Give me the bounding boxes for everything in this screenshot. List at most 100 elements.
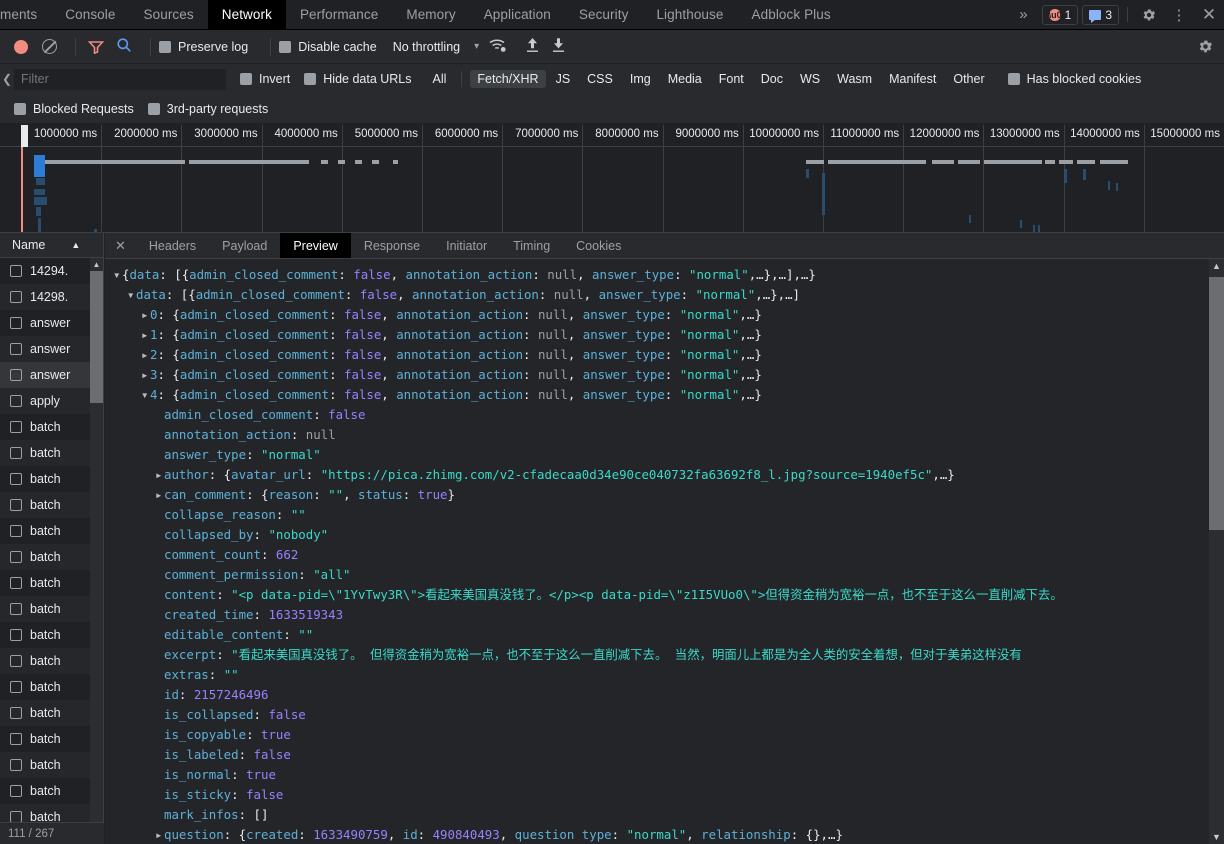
expand-triangle-right-icon[interactable] [155,465,164,485]
request-checkbox[interactable] [10,733,22,745]
request-list-item[interactable]: answer [0,310,103,336]
expand-triangle-right-icon[interactable] [155,825,164,844]
request-list-item[interactable]: batch [0,622,103,648]
overview-window-handle-left[interactable] [21,125,28,147]
json-line[interactable]: mark_infos: [] [105,805,1224,825]
json-line[interactable]: is_labeled: false [105,745,1224,765]
detail-tab-cookies[interactable]: Cookies [563,233,634,258]
request-checkbox[interactable] [10,447,22,459]
devtools-tab-performance[interactable]: Performance [286,0,392,29]
expand-triangle-right-icon[interactable] [155,485,164,505]
detail-tab-timing[interactable]: Timing [500,233,563,258]
network-overview-timeline[interactable]: 1000000 ms 2000000 ms 3000000 ms 4000000 ms… [0,125,1224,234]
json-line[interactable]: data: [{admin_closed_comment: false, ann… [105,285,1224,305]
request-list-item[interactable]: batch [0,570,103,596]
filter-type-doc[interactable]: Doc [754,70,790,88]
request-checkbox[interactable] [10,681,22,693]
json-line[interactable]: id: 2157246496 [105,685,1224,705]
json-line[interactable]: is_normal: true [105,765,1224,785]
request-checkbox[interactable] [10,317,22,329]
request-list-item[interactable]: batch [0,674,103,700]
filter-type-ws[interactable]: WS [793,70,827,88]
json-line[interactable]: 3: {admin_closed_comment: false, annotat… [105,365,1224,385]
third-party-requests-checkbox[interactable]: 3rd-party requests [147,102,268,116]
request-list-item[interactable]: batch [0,752,103,778]
request-checkbox[interactable] [10,629,22,641]
json-line[interactable]: 1: {admin_closed_comment: false, annotat… [105,325,1224,345]
json-line[interactable]: {data: [{admin_closed_comment: false, an… [105,265,1224,285]
request-list-item[interactable]: batch [0,518,103,544]
expand-triangle-right-icon[interactable] [141,305,150,325]
json-line[interactable]: 2: {admin_closed_comment: false, annotat… [105,345,1224,365]
devtools-tab-application[interactable]: Application [470,0,565,29]
devtools-tab-memory[interactable]: Memory [392,0,469,29]
filter-type-all[interactable]: All [426,70,454,88]
expand-triangle-down-icon[interactable] [141,385,150,405]
json-line[interactable]: is_sticky: false [105,785,1224,805]
request-checkbox[interactable] [10,421,22,433]
kebab-menu-icon[interactable]: ⋮ [1164,0,1194,29]
json-line[interactable]: collapsed_by: "nobody" [105,525,1224,545]
close-detail-icon[interactable]: ✕ [105,233,136,258]
search-icon[interactable] [116,37,132,56]
filter-type-fetch-xhr[interactable]: Fetch/XHR [470,70,546,88]
preview-scrollbar[interactable]: ▲ ▼ [1209,259,1224,844]
request-checkbox[interactable] [10,291,22,303]
filter-type-manifest[interactable]: Manifest [882,70,943,88]
clear-icon[interactable] [42,39,57,54]
json-line[interactable]: is_collapsed: false [105,705,1224,725]
overview-left-boundary[interactable] [21,147,23,232]
json-line[interactable]: extras: "" [105,665,1224,685]
json-line[interactable]: content: "<p data-pid=\"1YvTwy3R\">看起来美国… [105,585,1224,605]
detail-tab-response[interactable]: Response [351,233,433,258]
request-list-item[interactable]: 14294. [0,258,103,284]
detail-tab-headers[interactable]: Headers [136,233,209,258]
request-list-item[interactable]: batch [0,440,103,466]
network-settings-gear-icon[interactable] [1197,38,1214,58]
invert-checkbox[interactable]: Invert [240,72,290,86]
disable-cache-checkbox[interactable]: Disable cache [279,40,377,54]
has-blocked-cookies-checkbox[interactable]: Has blocked cookies [1007,72,1141,86]
scrollbar-thumb[interactable] [90,271,103,403]
json-line[interactable]: 0: {admin_closed_comment: false, annotat… [105,305,1224,325]
json-line[interactable]: admin_closed_comment: false [105,405,1224,425]
request-checkbox[interactable] [10,785,22,797]
request-checkbox[interactable] [10,473,22,485]
export-har-icon[interactable] [545,37,571,56]
request-list-item[interactable]: batch [0,414,103,440]
message-badge[interactable]: 3 [1082,5,1119,25]
json-line[interactable]: question: {created: 1633490759, id: 4908… [105,825,1224,844]
request-checkbox[interactable] [10,395,22,407]
filter-type-wasm[interactable]: Wasm [830,70,879,88]
devtools-tab-ments[interactable]: ments [0,0,51,29]
expand-triangle-down-icon[interactable] [113,265,122,285]
import-har-icon[interactable] [519,37,545,56]
preview-json-viewer[interactable]: {data: [{admin_closed_comment: false, an… [105,259,1224,844]
scroll-up-icon[interactable]: ▲ [90,258,103,271]
request-list-item[interactable]: answer [0,362,103,388]
scroll-up-icon[interactable]: ▲ [1209,259,1224,273]
more-tabs-button[interactable]: » [1007,0,1039,29]
filter-icon[interactable] [87,40,105,54]
request-checkbox[interactable] [10,707,22,719]
request-checkbox[interactable] [10,525,22,537]
blocked-requests-checkbox[interactable]: Blocked Requests [14,102,134,116]
request-checkbox[interactable] [10,655,22,667]
request-checkbox[interactable] [10,603,22,615]
request-list-body[interactable]: 14294. 14298. answer answer answer apply batch… [0,258,103,844]
request-checkbox[interactable] [10,369,22,381]
request-checkbox[interactable] [10,265,22,277]
preserve-log-checkbox[interactable]: Preserve log [159,40,248,54]
filter-type-img[interactable]: Img [623,70,658,88]
filter-input[interactable] [14,68,226,90]
request-list-item[interactable]: batch [0,544,103,570]
record-button-icon[interactable] [14,39,28,54]
request-list-item[interactable]: batch [0,726,103,752]
json-line[interactable]: annotation_action: null [105,425,1224,445]
expand-triangle-right-icon[interactable] [141,345,150,365]
request-checkbox[interactable] [10,759,22,771]
request-list-header[interactable]: Name ▲ [0,233,103,258]
filter-type-other[interactable]: Other [946,70,991,88]
filter-type-js[interactable]: JS [549,70,578,88]
json-line[interactable]: answer_type: "normal" [105,445,1224,465]
